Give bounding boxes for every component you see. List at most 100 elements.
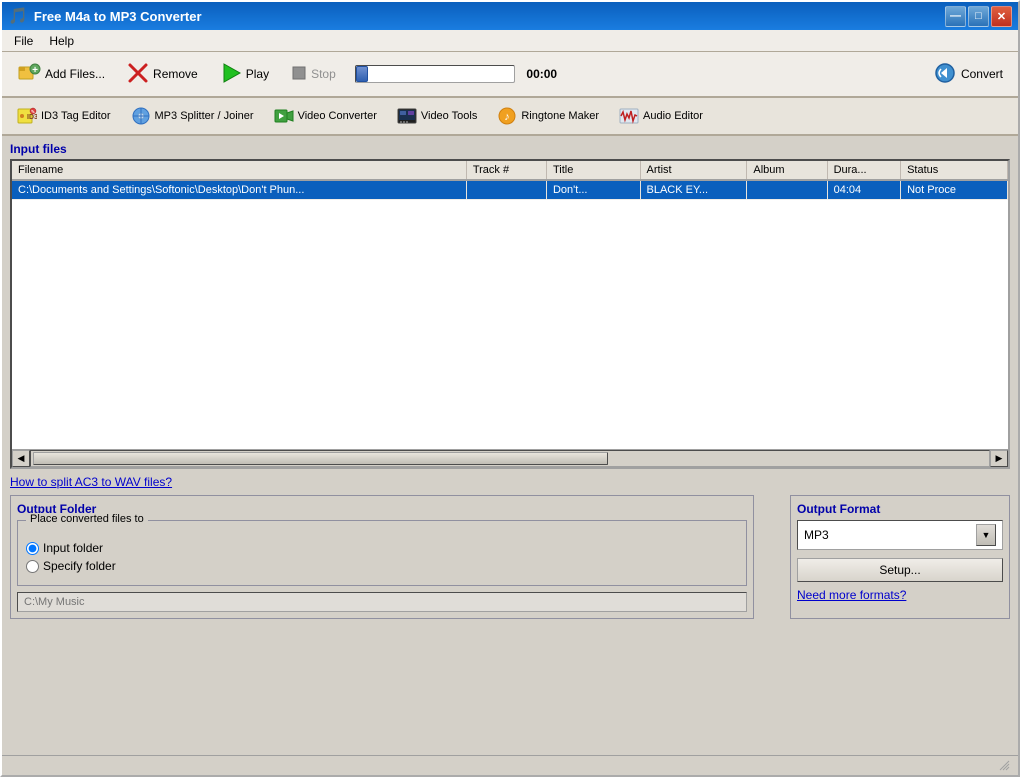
stop-label: Stop (311, 67, 336, 81)
add-files-icon: + (17, 61, 41, 88)
video-tools-button[interactable]: Video Tools (388, 103, 486, 129)
scroll-track[interactable] (30, 450, 990, 467)
title-bar: 🎵 Free M4a to MP3 Converter — □ ✕ (2, 2, 1018, 30)
menu-file[interactable]: File (6, 32, 41, 50)
menu-bar: File Help (2, 30, 1018, 52)
radio-input-folder-row: Input folder (26, 541, 738, 555)
cell-duration: 04:04 (827, 180, 900, 200)
cell-title: Don't... (546, 180, 640, 200)
audio-editor-button[interactable]: Audio Editor (610, 103, 712, 129)
tools-bar: ID3 ✎ ID3 Tag Editor MP3 Splitter / Join… (2, 98, 1018, 136)
col-status[interactable]: Status (901, 161, 1008, 180)
seek-track[interactable] (355, 65, 515, 83)
cell-album (747, 180, 827, 200)
format-select-row: MP3 ▼ (797, 520, 1003, 550)
ringtone-maker-button[interactable]: ♪ Ringtone Maker (488, 103, 608, 129)
radio-input-folder[interactable] (26, 542, 39, 555)
menu-help[interactable]: Help (41, 32, 82, 50)
time-display: 00:00 (521, 67, 563, 81)
radio-specify-folder-label[interactable]: Specify folder (43, 559, 116, 573)
svg-text:♪: ♪ (505, 111, 511, 123)
output-format-panel: Output Format MP3 ▼ Setup... Need more f… (790, 495, 1010, 619)
cell-filename: C:\Documents and Settings\Softonic\Deskt… (12, 180, 466, 200)
format-dropdown[interactable]: MP3 ▼ (797, 520, 1003, 550)
app-icon: 🎵 (8, 6, 28, 26)
remove-label: Remove (153, 67, 198, 81)
output-folder-panel: Output Folder Place converted files to I… (10, 495, 754, 619)
cell-status: Not Proce (901, 180, 1008, 200)
video-tools-label: Video Tools (421, 110, 477, 122)
mp3-splitter-icon (131, 106, 151, 126)
more-formats-link[interactable]: Need more formats? (797, 588, 1003, 602)
mp3-splitter-label: MP3 Splitter / Joiner (155, 110, 254, 122)
col-filename[interactable]: Filename (12, 161, 466, 180)
format-value: MP3 (804, 528, 829, 542)
cell-artist: BLACK EY... (640, 180, 747, 200)
seek-area: 00:00 (355, 65, 563, 83)
app-window: 🎵 Free M4a to MP3 Converter — □ ✕ File H… (0, 0, 1020, 777)
video-converter-icon (274, 106, 294, 126)
main-area: Input files Filename Track # Title Artis… (2, 136, 1018, 755)
stop-button[interactable]: Stop (282, 61, 345, 88)
scroll-thumb[interactable] (33, 452, 608, 465)
format-dropdown-arrow[interactable]: ▼ (976, 524, 996, 546)
output-folder-group: Place converted files to Input folder Sp… (17, 520, 747, 586)
panel-spacer (762, 495, 782, 619)
help-link[interactable]: How to split AC3 to WAV files? (10, 475, 1010, 489)
cell-tracknum (466, 180, 546, 200)
resize-grip (996, 757, 1012, 773)
col-album[interactable]: Album (747, 161, 827, 180)
close-button[interactable]: ✕ (991, 6, 1012, 27)
file-table-container: Filename Track # Title Artist Album Dura… (10, 159, 1010, 469)
file-table: Filename Track # Title Artist Album Dura… (12, 161, 1008, 200)
status-bar (2, 755, 1018, 775)
play-button[interactable]: Play (211, 58, 278, 91)
video-converter-button[interactable]: Video Converter (265, 103, 386, 129)
ringtone-maker-icon: ♪ (497, 106, 517, 126)
radio-input-folder-label[interactable]: Input folder (43, 541, 103, 555)
add-files-label: Add Files... (45, 67, 105, 81)
col-title[interactable]: Title (546, 161, 640, 180)
app-title: Free M4a to MP3 Converter (34, 9, 202, 24)
video-converter-label: Video Converter (298, 110, 377, 122)
col-artist[interactable]: Artist (640, 161, 747, 180)
output-format-title: Output Format (797, 502, 1003, 516)
seek-thumb[interactable] (356, 66, 368, 82)
audio-editor-label: Audio Editor (643, 110, 703, 122)
convert-icon (933, 61, 957, 88)
convert-label: Convert (961, 67, 1003, 81)
id3-tag-label: ID3 Tag Editor (41, 110, 111, 122)
maximize-button[interactable]: □ (968, 6, 989, 27)
audio-editor-icon (619, 106, 639, 126)
remove-button[interactable]: Remove (118, 58, 207, 91)
convert-button[interactable]: Convert (924, 57, 1012, 92)
table-row[interactable]: C:\Documents and Settings\Softonic\Deskt… (12, 180, 1008, 200)
title-bar-left: 🎵 Free M4a to MP3 Converter (8, 6, 202, 26)
toolbar: + Add Files... Remove Play (2, 52, 1018, 98)
video-tools-icon (397, 106, 417, 126)
scroll-right-button[interactable]: ▶ (990, 450, 1008, 467)
radio-specify-folder[interactable] (26, 560, 39, 573)
play-label: Play (246, 67, 269, 81)
ringtone-maker-label: Ringtone Maker (521, 110, 599, 122)
play-icon (220, 62, 242, 87)
add-files-button[interactable]: + Add Files... (8, 57, 114, 92)
input-files-label: Input files (10, 142, 1010, 156)
svg-text:+: + (32, 65, 38, 76)
title-buttons: — □ ✕ (945, 6, 1012, 27)
mp3-splitter-button[interactable]: MP3 Splitter / Joiner (122, 103, 263, 129)
remove-icon (127, 62, 149, 87)
folder-path-input[interactable] (17, 592, 747, 612)
id3-tag-button[interactable]: ID3 ✎ ID3 Tag Editor (8, 103, 120, 129)
group-title: Place converted files to (26, 513, 148, 525)
scroll-left-button[interactable]: ◀ (12, 450, 30, 467)
radio-specify-folder-row: Specify folder (26, 559, 738, 573)
col-duration[interactable]: Dura... (827, 161, 900, 180)
svg-text:✎: ✎ (31, 110, 35, 116)
bottom-panels: Output Folder Place converted files to I… (10, 495, 1010, 619)
setup-button[interactable]: Setup... (797, 558, 1003, 582)
stop-icon (291, 65, 307, 84)
minimize-button[interactable]: — (945, 6, 966, 27)
col-track[interactable]: Track # (466, 161, 546, 180)
id3-tag-icon: ID3 ✎ (17, 106, 37, 126)
